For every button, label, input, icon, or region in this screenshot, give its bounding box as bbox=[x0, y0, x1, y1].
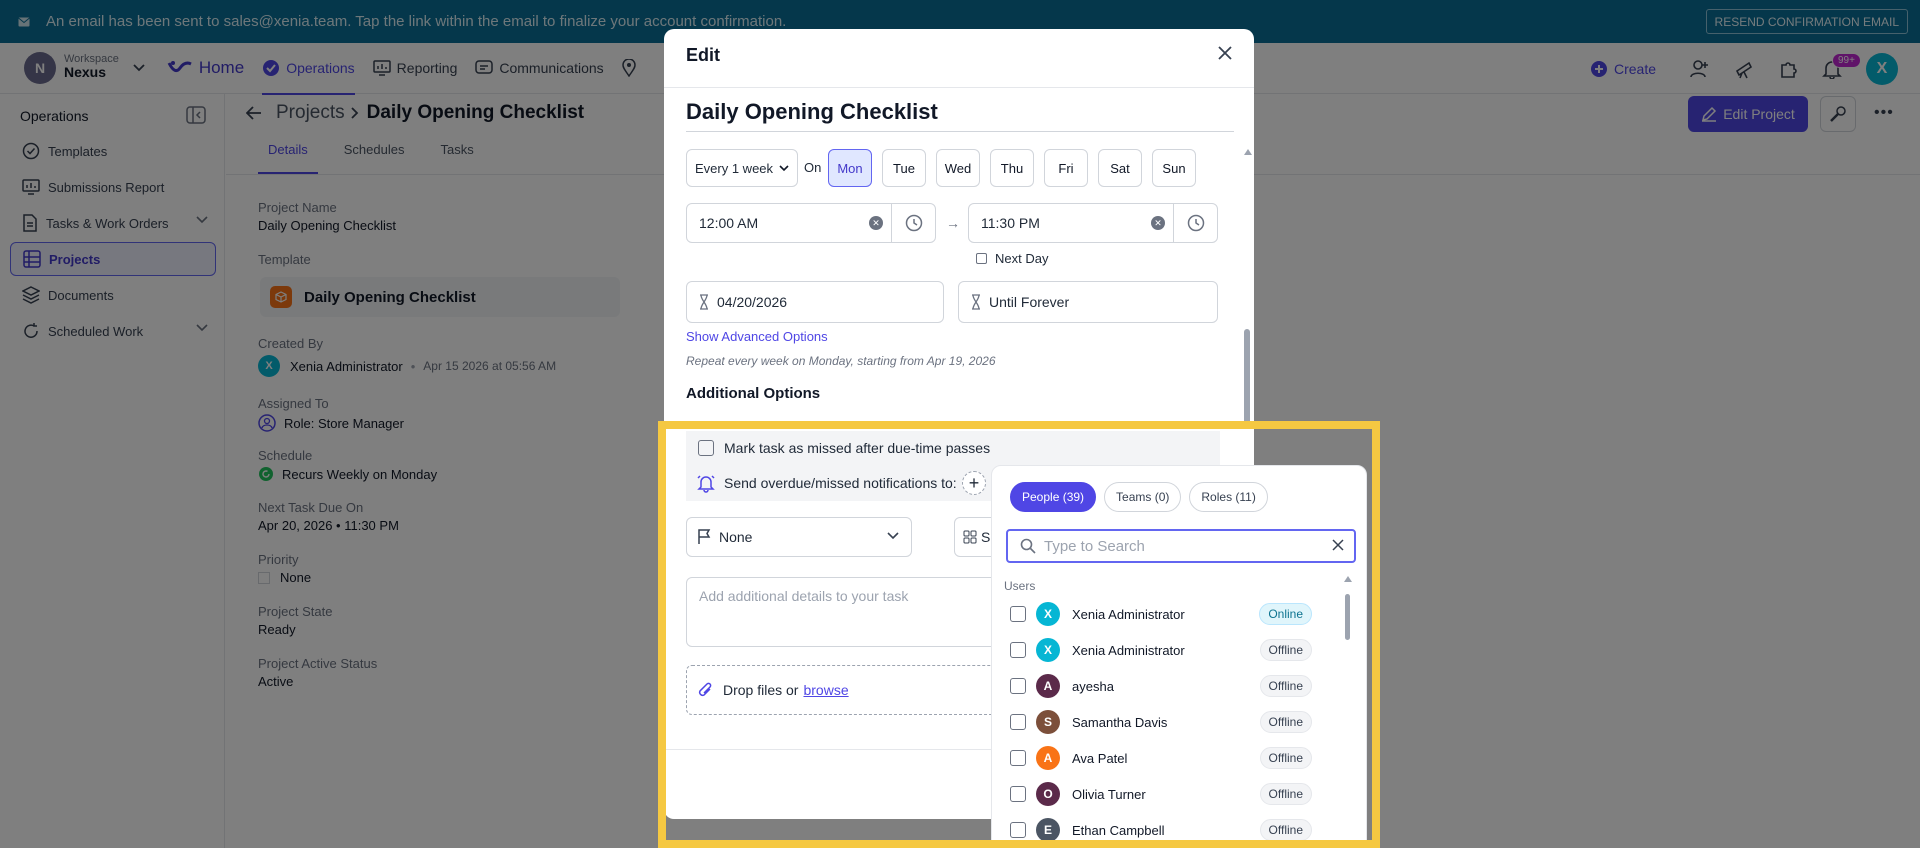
modal-scrollbar[interactable] bbox=[1244, 149, 1252, 469]
user-avatar: A bbox=[1036, 674, 1060, 698]
user-name: ayesha bbox=[1072, 678, 1114, 694]
checkbox-icon[interactable] bbox=[1010, 750, 1026, 766]
user-avatar: X bbox=[1036, 638, 1060, 662]
start-time-value: 12:00 AM bbox=[699, 215, 759, 231]
user-name: Xenia Administrator bbox=[1072, 642, 1185, 658]
user-name: Xenia Administrator bbox=[1072, 606, 1185, 622]
repeat-summary: Repeat every week on Monday, starting fr… bbox=[686, 354, 996, 368]
hourglass-icon bbox=[971, 294, 981, 310]
frequency-value: Every 1 week bbox=[695, 160, 774, 176]
user-avatar: E bbox=[1036, 818, 1060, 842]
frequency-select[interactable]: Every 1 week bbox=[686, 149, 798, 187]
browse-link[interactable]: browse bbox=[803, 682, 848, 698]
checkbox-icon bbox=[976, 253, 987, 264]
tab-teams[interactable]: Teams (0) bbox=[1104, 482, 1182, 512]
priority-select[interactable]: None bbox=[686, 517, 912, 557]
chevron-down-icon bbox=[887, 532, 899, 540]
picker-search bbox=[1006, 529, 1356, 563]
start-time-field[interactable]: 12:00 AM ✕ bbox=[686, 203, 936, 243]
add-recipient-button[interactable]: + bbox=[962, 471, 986, 495]
users-section-label: Users bbox=[1004, 579, 1036, 593]
end-date-value: Until Forever bbox=[989, 294, 1070, 310]
picker-scrollbar[interactable] bbox=[1344, 576, 1352, 846]
project-name-input[interactable]: Daily Opening Checklist bbox=[686, 93, 1234, 132]
notification-recipient-picker: People (39) Teams (0) Roles (11) Users X… bbox=[991, 465, 1367, 848]
user-avatar: A bbox=[1036, 746, 1060, 770]
on-label: On bbox=[804, 160, 822, 175]
user-row[interactable]: A Ava Patel Offline bbox=[1010, 740, 1330, 776]
additional-options-heading: Additional Options bbox=[686, 385, 821, 402]
start-date-value: 04/20/2026 bbox=[717, 294, 788, 310]
checkbox-icon[interactable] bbox=[1010, 822, 1026, 838]
search-icon bbox=[1020, 538, 1036, 554]
grid-icon bbox=[963, 530, 977, 544]
day-fri[interactable]: Fri bbox=[1044, 149, 1088, 187]
checkbox-icon[interactable] bbox=[1010, 714, 1026, 730]
missed-label: Mark task as missed after due-time passe… bbox=[724, 440, 991, 456]
tab-people[interactable]: People (39) bbox=[1010, 482, 1097, 512]
checkbox-icon[interactable] bbox=[1010, 606, 1026, 622]
user-name: Olivia Turner bbox=[1072, 786, 1146, 802]
status-badge: Offline bbox=[1259, 675, 1312, 697]
user-row[interactable]: A ayesha Offline bbox=[1010, 668, 1330, 704]
day-sat[interactable]: Sat bbox=[1098, 149, 1142, 187]
notify-label: Send overdue/missed notifications to: bbox=[724, 475, 957, 491]
clear-search-icon[interactable] bbox=[1332, 539, 1344, 551]
clock-icon[interactable] bbox=[891, 204, 935, 242]
clear-icon[interactable]: ✕ bbox=[869, 216, 883, 230]
end-date-field[interactable]: Until Forever bbox=[958, 281, 1218, 323]
status-badge: Offline bbox=[1259, 711, 1312, 733]
user-avatar: S bbox=[1036, 710, 1060, 734]
close-icon[interactable] bbox=[1218, 46, 1232, 60]
day-thu[interactable]: Thu bbox=[990, 149, 1034, 187]
user-name: Ava Patel bbox=[1072, 750, 1128, 766]
checkbox-icon[interactable] bbox=[1010, 678, 1026, 694]
user-row[interactable]: S Samantha Davis Offline bbox=[1010, 704, 1330, 740]
status-badge: Offline bbox=[1259, 747, 1312, 769]
start-date-field[interactable]: 04/20/2026 bbox=[686, 281, 944, 323]
category-value: S bbox=[981, 529, 991, 545]
clock-icon[interactable] bbox=[1173, 204, 1217, 242]
checkbox-icon bbox=[698, 440, 714, 456]
status-badge: Online bbox=[1259, 603, 1312, 625]
day-sun[interactable]: Sun bbox=[1152, 149, 1196, 187]
search-input[interactable] bbox=[1044, 537, 1324, 555]
status-badge: Offline bbox=[1259, 639, 1312, 661]
flag-icon bbox=[697, 529, 711, 545]
user-avatar: O bbox=[1036, 782, 1060, 806]
user-name: Samantha Davis bbox=[1072, 714, 1168, 730]
show-advanced-options-link[interactable]: Show Advanced Options bbox=[686, 329, 828, 344]
tab-roles[interactable]: Roles (11) bbox=[1189, 482, 1268, 512]
mark-missed-option[interactable]: Mark task as missed after due-time passe… bbox=[686, 431, 1220, 465]
user-row[interactable]: E Ethan Campbell Offline bbox=[1010, 812, 1330, 847]
day-mon[interactable]: Mon bbox=[828, 149, 872, 187]
user-name: Ethan Campbell bbox=[1072, 822, 1165, 838]
user-row[interactable]: X Xenia Administrator Online bbox=[1010, 596, 1330, 632]
next-day-label: Next Day bbox=[995, 251, 1049, 266]
user-row[interactable]: X Xenia Administrator Offline bbox=[1010, 632, 1330, 668]
hourglass-icon bbox=[699, 294, 709, 310]
next-day-checkbox[interactable]: Next Day bbox=[976, 251, 1048, 266]
modal-title: Edit bbox=[686, 45, 720, 65]
chevron-down-icon bbox=[779, 164, 789, 172]
end-time-field[interactable]: 11:30 PM ✕ bbox=[968, 203, 1218, 243]
status-badge: Offline bbox=[1259, 819, 1312, 841]
clear-icon[interactable]: ✕ bbox=[1151, 216, 1165, 230]
status-badge: Offline bbox=[1259, 783, 1312, 805]
day-tue[interactable]: Tue bbox=[882, 149, 926, 187]
bell-alert-icon bbox=[696, 473, 716, 493]
user-row[interactable]: O Olivia Turner Offline bbox=[1010, 776, 1330, 812]
priority-value: None bbox=[719, 529, 753, 545]
checkbox-icon[interactable] bbox=[1010, 786, 1026, 802]
paperclip-icon bbox=[697, 681, 713, 699]
checkbox-icon[interactable] bbox=[1010, 642, 1026, 658]
day-wed[interactable]: Wed bbox=[936, 149, 980, 187]
drop-text: Drop files or bbox=[723, 682, 799, 698]
arrow-right-icon: → bbox=[946, 215, 960, 231]
user-avatar: X bbox=[1036, 602, 1060, 626]
picker-tabs: People (39) Teams (0) Roles (11) bbox=[1010, 482, 1268, 512]
end-time-value: 11:30 PM bbox=[981, 215, 1040, 231]
